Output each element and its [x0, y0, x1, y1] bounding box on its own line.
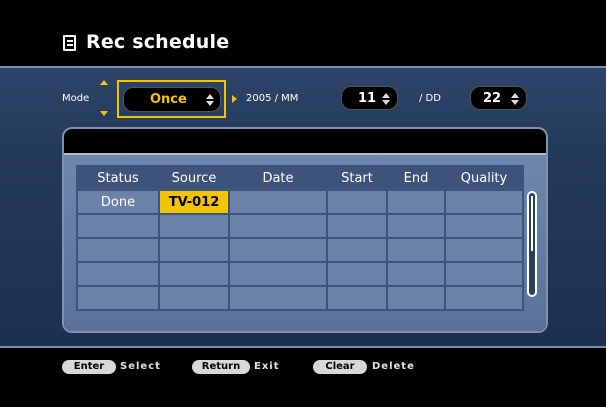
cell-status[interactable]: Done: [76, 189, 160, 215]
table-row[interactable]: [76, 261, 524, 287]
cell-source[interactable]: [158, 261, 230, 287]
cell-date[interactable]: [228, 261, 328, 287]
cell-end[interactable]: [386, 237, 446, 263]
cell-date[interactable]: [228, 189, 328, 215]
header-bar: Rec schedule: [0, 0, 606, 66]
cell-quality[interactable]: [444, 261, 524, 287]
cell-status[interactable]: [76, 261, 160, 287]
cell-date[interactable]: [228, 237, 328, 263]
cell-start[interactable]: [326, 285, 388, 311]
column-header-start[interactable]: Start: [326, 165, 388, 191]
table-row[interactable]: [76, 285, 524, 311]
schedule-panel: Status Source Date Start End Quality Don…: [62, 127, 548, 333]
day-select[interactable]: 22: [470, 86, 527, 110]
mode-select[interactable]: Once: [123, 87, 221, 112]
column-header-status[interactable]: Status: [76, 165, 160, 191]
page-title: Rec schedule: [86, 31, 230, 53]
mode-up-arrow-icon[interactable]: [100, 80, 108, 85]
month-select[interactable]: 11: [341, 86, 398, 110]
cell-start[interactable]: [326, 237, 388, 263]
cell-source[interactable]: [158, 237, 230, 263]
mode-right-arrow-icon[interactable]: [232, 95, 237, 103]
cell-status[interactable]: [76, 213, 160, 239]
mode-selector-focus[interactable]: Once: [117, 80, 226, 118]
mode-down-arrow-icon[interactable]: [100, 111, 108, 116]
table-scrollbar[interactable]: [527, 191, 537, 297]
schedule-list-icon: [63, 35, 76, 51]
mode-spin-icon[interactable]: [206, 94, 214, 106]
schedule-table-area: Status Source Date Start End Quality Don…: [64, 153, 546, 331]
cell-source[interactable]: [158, 285, 230, 311]
mode-label: Mode: [62, 93, 90, 104]
clear-key-badge[interactable]: Clear: [313, 360, 367, 374]
table-row[interactable]: [76, 237, 524, 263]
table-row[interactable]: [76, 213, 524, 239]
month-value: 11: [358, 91, 377, 106]
clear-key-label: Delete: [372, 361, 415, 372]
column-header-date[interactable]: Date: [228, 165, 328, 191]
year-mm-label: 2005 / MM: [246, 93, 299, 104]
column-header-source[interactable]: Source: [158, 165, 230, 191]
table-header-row: Status Source Date Start End Quality: [76, 165, 524, 191]
cell-date[interactable]: [228, 213, 328, 239]
column-header-end[interactable]: End: [386, 165, 446, 191]
cell-start[interactable]: [326, 261, 388, 287]
cell-end[interactable]: [386, 189, 446, 215]
cell-source-selected[interactable]: TV-012: [158, 189, 230, 215]
cell-end[interactable]: [386, 213, 446, 239]
scrollbar-thumb[interactable]: [531, 196, 533, 251]
cell-start[interactable]: [326, 213, 388, 239]
return-key-badge[interactable]: Return: [192, 360, 250, 374]
dd-label: / DD: [419, 93, 441, 104]
cell-start[interactable]: [326, 189, 388, 215]
column-header-quality[interactable]: Quality: [444, 165, 524, 191]
return-key-label: Exit: [254, 361, 280, 372]
cell-source[interactable]: [158, 213, 230, 239]
cell-status[interactable]: [76, 237, 160, 263]
day-spin-icon[interactable]: [511, 93, 519, 105]
enter-key-badge[interactable]: Enter: [62, 360, 116, 374]
cell-quality[interactable]: [444, 237, 524, 263]
schedule-table: Status Source Date Start End Quality Don…: [76, 165, 524, 311]
table-row[interactable]: Done TV-012: [76, 189, 524, 215]
cell-end[interactable]: [386, 285, 446, 311]
footer-bar: [0, 350, 606, 407]
day-value: 22: [483, 91, 502, 106]
cell-quality[interactable]: [444, 189, 524, 215]
mode-value: Once: [150, 92, 187, 107]
month-spin-icon[interactable]: [382, 93, 390, 105]
cell-quality[interactable]: [444, 285, 524, 311]
cell-end[interactable]: [386, 261, 446, 287]
cell-date[interactable]: [228, 285, 328, 311]
cell-quality[interactable]: [444, 213, 524, 239]
enter-key-label: Select: [120, 361, 161, 372]
cell-status[interactable]: [76, 285, 160, 311]
